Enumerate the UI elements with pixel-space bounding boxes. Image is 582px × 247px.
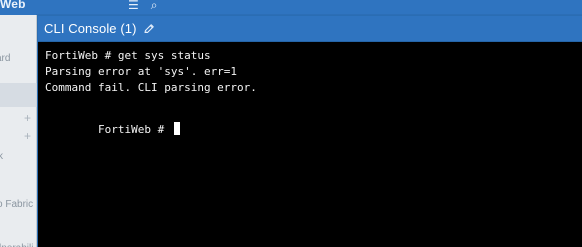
background-sidebar-item-k[interactable]: k xyxy=(0,151,3,162)
menu-icon[interactable]: ☰ xyxy=(128,0,139,13)
search-icon[interactable]: ⌕ xyxy=(151,0,158,13)
pencil-icon[interactable] xyxy=(143,23,155,35)
background-sidebar-active-row xyxy=(0,83,37,107)
background-sidebar-item-fabric[interactable]: o Fabric xyxy=(0,199,33,210)
background-sidebar-expand-1[interactable]: + xyxy=(24,111,31,125)
cli-console-title: CLI Console (1) xyxy=(44,21,137,36)
terminal-output-line: FortiWeb # get sys status xyxy=(45,49,211,62)
terminal-spacer xyxy=(45,96,582,106)
terminal-prompt-line[interactable]: FortiWeb # xyxy=(45,106,582,136)
background-sidebar: ard + + k o Fabric lnerabili xyxy=(0,15,37,247)
pencil-icon-svg xyxy=(143,24,154,34)
cli-console-header: CLI Console (1) xyxy=(38,16,582,42)
background-topbar-icons: ☰ ⌕ xyxy=(128,0,158,13)
cli-console-window: CLI Console (1) FortiWeb # get sys statu… xyxy=(37,15,582,247)
background-topbar: Web ☰ ⌕ xyxy=(0,0,582,15)
background-sidebar-item-vulnerability[interactable]: lnerabili xyxy=(0,243,33,247)
background-sidebar-expand-2[interactable]: + xyxy=(24,129,31,143)
background-app-title: Web xyxy=(0,0,26,11)
background-sidebar-item-dashboard[interactable]: ard xyxy=(0,53,10,64)
terminal-prompt: FortiWeb # xyxy=(97,123,171,136)
terminal-output-line: Command fail. CLI parsing error. xyxy=(45,81,257,94)
cli-terminal[interactable]: FortiWeb # get sys status Parsing error … xyxy=(38,42,582,247)
terminal-cursor[interactable] xyxy=(173,122,180,135)
page-root: Web ☰ ⌕ ard + + k o Fabric lnerabili CLI… xyxy=(0,0,582,247)
terminal-output-line: Parsing error at 'sys'. err=1 xyxy=(45,65,238,78)
